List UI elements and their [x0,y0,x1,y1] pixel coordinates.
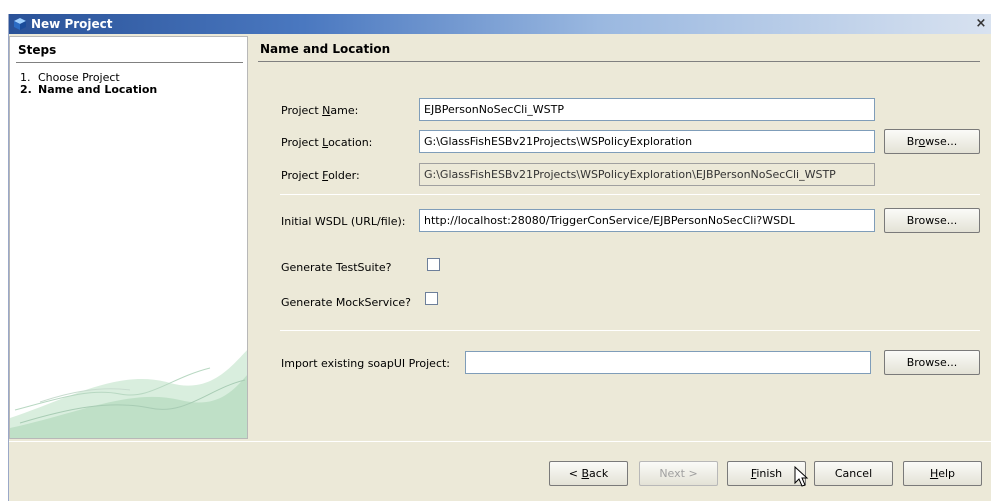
step-number: 2. [20,83,32,96]
mouse-pointer-icon [794,466,809,487]
help-button[interactable]: Help [903,461,982,486]
generate-mockservice-label: Generate MockService? [281,296,412,309]
button-text: wse... [925,135,958,148]
button-mnemonic: H [929,467,939,480]
separator [280,194,980,195]
generate-testsuite-label: Generate TestSuite? [281,261,392,274]
button-text: Br [906,135,919,148]
button-mnemonic: B [581,467,590,480]
browse-wsdl-button[interactable]: Browse... [884,208,980,233]
project-folder-label: Project Folder: [281,169,360,182]
button-text: elp [938,467,956,480]
section-divider [258,61,980,62]
project-folder-readonly-field: G:\GlassFishESBv21Projects\WSPolicyExplo… [419,163,875,186]
decorative-swoosh-graphic [10,350,247,438]
steps-divider [16,62,243,63]
button-text: < [568,467,582,480]
button-text: ack [589,467,609,480]
generate-testsuite-checkbox[interactable] [427,258,440,271]
steps-panel: Steps 1. Choose Project 2. Name and Locati… [9,36,248,439]
netbeans-cube-icon [14,18,26,30]
step-item-name-and-location: 2. Name and Location [20,83,157,96]
initial-wsdl-input[interactable]: http://localhost:28080/TriggerConService… [419,209,875,232]
close-icon[interactable]: × [974,16,988,31]
window-title: New Project [31,17,113,31]
browse-location-button[interactable]: Browse... [884,129,980,154]
footer-divider [9,441,991,442]
label-text: Project [281,169,323,182]
generate-mockservice-checkbox[interactable] [425,292,438,305]
label-text: Project [281,136,323,149]
button-text: inish [756,467,783,480]
project-name-input[interactable]: EJBPersonNoSecCli_WSTP [419,98,875,121]
initial-wsdl-label: Initial WSDL (URL/file): [281,215,406,228]
name-and-location-panel: Name and Location Project Name: EJBPerso… [252,36,988,439]
label-text: older: [328,169,360,182]
title-bar[interactable]: New Project × [9,14,991,34]
step-label: Name and Location [38,83,158,96]
cancel-button[interactable]: Cancel [814,461,893,486]
label-text: ocation: [328,136,373,149]
label-text: ame: [330,104,359,117]
next-button[interactable]: Next > [639,461,718,486]
steps-title: Steps [18,43,57,57]
new-project-dialog: New Project × Steps 1. Choose Project 2. N… [8,14,991,501]
back-button[interactable]: < Back [549,461,628,486]
section-title: Name and Location [260,42,391,56]
browse-soapui-button[interactable]: Browse... [884,350,980,375]
project-name-label: Project Name: [281,104,358,117]
project-location-input[interactable]: G:\GlassFishESBv21Projects\WSPolicyExplo… [419,130,875,153]
label-text: Project [281,104,323,117]
import-soapui-label: Import existing soapUI Project: [281,357,451,370]
separator [280,330,980,331]
project-location-label: Project Location: [281,136,372,149]
import-soapui-input[interactable] [465,351,871,374]
